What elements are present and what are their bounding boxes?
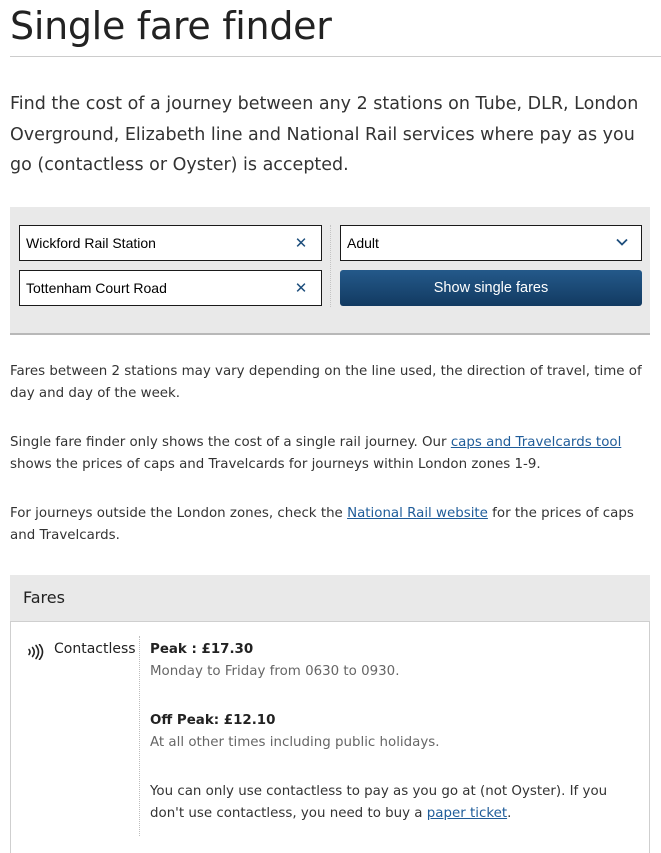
page-title: Single fare finder: [10, 4, 332, 48]
title-divider: [10, 56, 661, 57]
caps-info-tail: shows the prices of caps and Travelcards…: [10, 457, 541, 472]
peak-fare-description: Monday to Friday from 0630 to 0930.: [150, 664, 400, 679]
chevron-down-icon: [616, 238, 628, 246]
contactless-icon: [28, 644, 44, 660]
contactless-note: You can only use contactless to pay as y…: [150, 781, 640, 825]
peak-fare-title: Peak : £17.30: [150, 642, 254, 657]
fares-heading: Fares: [23, 588, 65, 607]
show-single-fares-button[interactable]: Show single fares: [340, 270, 642, 306]
national-rail-link[interactable]: National Rail website: [347, 506, 488, 521]
passenger-type-select[interactable]: Adult: [340, 225, 642, 261]
payment-method-label: Contactless: [54, 641, 136, 657]
caps-info-text: Single fare finder only shows the cost o…: [10, 432, 650, 476]
paper-ticket-link[interactable]: paper ticket: [427, 806, 507, 821]
caps-info-lead: Single fare finder only shows the cost o…: [10, 435, 451, 450]
passenger-type-value: Adult: [347, 235, 379, 251]
panel-divider: [330, 225, 332, 307]
close-icon[interactable]: ✕: [293, 278, 309, 298]
to-station-input[interactable]: Tottenham Court Road ✕: [19, 270, 322, 306]
fares-heading-bar: Fares: [10, 575, 650, 621]
offpeak-fare-description: At all other times including public holi…: [150, 735, 440, 750]
contactless-note-tail: .: [507, 806, 512, 821]
fares-divider: [139, 636, 141, 836]
contactless-note-lead: You can only use contactless to pay as y…: [150, 784, 608, 821]
national-rail-info-lead: For journeys outside the London zones, c…: [10, 506, 348, 521]
fares-vary-text: Fares between 2 stations may vary depend…: [10, 364, 642, 401]
intro-text: Find the cost of a journey between any 2…: [10, 94, 639, 175]
caps-travelcards-link[interactable]: caps and Travelcards tool: [451, 435, 621, 450]
fare-search-panel: Wickford Rail Station ✕ Tottenham Court …: [10, 207, 650, 335]
from-station-input[interactable]: Wickford Rail Station ✕: [19, 225, 322, 261]
to-station-value: Tottenham Court Road: [26, 280, 167, 296]
fares-results: Contactless Peak : £17.30 Monday to Frid…: [10, 621, 650, 853]
from-station-value: Wickford Rail Station: [26, 235, 156, 251]
national-rail-info-text: For journeys outside the London zones, c…: [10, 503, 650, 547]
offpeak-fare-title: Off Peak: £12.10: [150, 713, 276, 728]
close-icon[interactable]: ✕: [293, 233, 309, 253]
